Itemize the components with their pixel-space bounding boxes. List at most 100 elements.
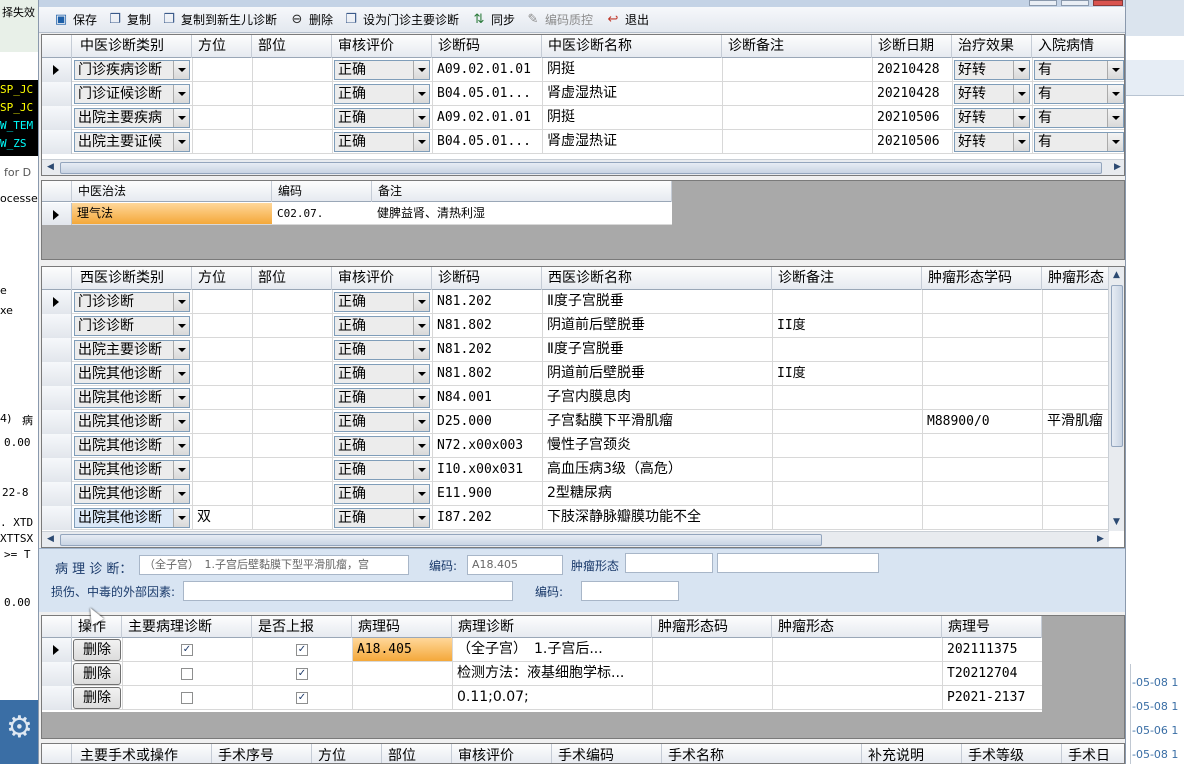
scroll-up-icon[interactable]: ▲ — [1109, 268, 1124, 283]
tumor-morph-field[interactable] — [717, 553, 879, 573]
admission-condition-select[interactable]: 有 — [1034, 60, 1124, 80]
audit-select[interactable]: 正确 — [334, 412, 430, 432]
table-row[interactable]: 门诊诊断 正确 N81.802 阴道前后壁脱垂 II度 — [42, 314, 1109, 338]
column-header[interactable]: 手术等级 — [962, 744, 1062, 763]
diag-code-cell[interactable]: B04.05.01... — [434, 130, 540, 153]
morph-cell[interactable] — [1044, 506, 1109, 529]
column-header[interactable]: 诊断日期 — [872, 35, 952, 58]
position-cell[interactable] — [194, 482, 250, 505]
column-header[interactable]: 肿瘤形态码 — [652, 616, 772, 638]
column-header[interactable]: 诊断备注 — [722, 35, 872, 58]
diag-code-cell[interactable]: E11.900 — [434, 482, 540, 505]
diag-note-cell[interactable] — [724, 130, 870, 153]
table-row[interactable]: 出院主要疾病 正确 A09.02.01.01 阴挺 20210506 好转 有 — [42, 106, 1124, 130]
column-header[interactable]: 诊断备注 — [772, 267, 922, 290]
row-indicator[interactable] — [42, 314, 72, 338]
injury-cause-field[interactable] — [183, 581, 513, 601]
chevron-down-icon[interactable] — [1013, 61, 1029, 79]
column-header[interactable]: 肿瘤形态学码 — [922, 267, 1042, 290]
row-indicator[interactable] — [42, 662, 72, 686]
row-indicator[interactable] — [42, 338, 72, 362]
diag-type-select[interactable]: 出院其他诊断 — [74, 412, 190, 432]
delete-button[interactable]: ⊖ 删除 — [289, 10, 333, 30]
chevron-down-icon[interactable] — [413, 509, 429, 527]
audit-select[interactable]: 正确 — [334, 292, 430, 312]
chevron-down-icon[interactable] — [173, 317, 189, 335]
chevron-down-icon[interactable] — [173, 85, 189, 103]
chevron-down-icon[interactable] — [413, 109, 429, 127]
diag-name-cell[interactable]: Ⅱ度子宫脱垂 — [544, 290, 770, 313]
morph-code-cell[interactable] — [924, 458, 1040, 481]
chevron-down-icon[interactable] — [173, 109, 189, 127]
morph-cell[interactable] — [1044, 290, 1109, 313]
morph-code-cell[interactable] — [924, 434, 1040, 457]
column-header[interactable]: 方位 — [192, 35, 252, 58]
column-header[interactable]: 病理诊断 — [452, 616, 652, 638]
row-indicator[interactable] — [42, 106, 72, 130]
diag-note-cell[interactable] — [774, 338, 920, 361]
morph-cell[interactable] — [774, 638, 940, 661]
chevron-down-icon[interactable] — [1107, 109, 1123, 127]
diag-name-cell[interactable]: 慢性子宫颈炎 — [544, 434, 770, 457]
main-pathology-checkbox[interactable] — [181, 692, 193, 704]
chevron-down-icon[interactable] — [413, 341, 429, 359]
morph-cell[interactable] — [1044, 458, 1109, 481]
chevron-down-icon[interactable] — [173, 485, 189, 503]
audit-select[interactable]: 正确 — [334, 508, 430, 528]
diag-note-cell[interactable] — [774, 290, 920, 313]
column-header[interactable]: 诊断码 — [432, 267, 542, 290]
diag-note-cell[interactable] — [774, 434, 920, 457]
table-row[interactable]: 删除 ✓ ✓ A18.405 （全子宫） 1.子宫后... 202111375 — [42, 638, 1042, 662]
exit-button[interactable]: ↩ 退出 — [605, 10, 649, 30]
diag-name-cell[interactable]: Ⅱ度子宫脱垂 — [544, 338, 770, 361]
close-button[interactable] — [1093, 0, 1123, 6]
column-header[interactable]: 部位 — [382, 744, 452, 763]
chevron-down-icon[interactable] — [1107, 61, 1123, 79]
column-header[interactable]: 病理码 — [352, 616, 452, 638]
diag-type-select[interactable]: 门诊诊断 — [74, 316, 190, 336]
morph-code-cell[interactable] — [924, 290, 1040, 313]
column-header[interactable]: 主要病理诊断 — [122, 616, 252, 638]
minimize-button[interactable] — [1029, 0, 1057, 6]
maximize-button[interactable] — [1061, 0, 1089, 6]
treatment-effect-select[interactable]: 好转 — [954, 60, 1030, 80]
chevron-down-icon[interactable] — [413, 293, 429, 311]
diag-type-select[interactable]: 出院其他诊断 — [74, 364, 190, 384]
diag-type-select[interactable]: 出院其他诊断 — [74, 460, 190, 480]
scroll-down-icon[interactable]: ▼ — [1109, 515, 1124, 530]
horizontal-scrollbar[interactable]: ◀ ▶ — [42, 159, 1124, 175]
diag-note-cell[interactable] — [774, 506, 920, 529]
diag-code-cell[interactable]: A09.02.01.01 — [434, 58, 540, 81]
audit-select[interactable]: 正确 — [334, 108, 430, 128]
position-cell[interactable] — [194, 434, 250, 457]
chevron-down-icon[interactable] — [173, 461, 189, 479]
diag-code-cell[interactable]: D25.000 — [434, 410, 540, 433]
scroll-right-icon[interactable]: ▶ — [1110, 160, 1124, 175]
row-indicator[interactable] — [42, 58, 72, 82]
row-indicator[interactable] — [42, 410, 72, 434]
column-header[interactable]: 审核评价 — [452, 744, 552, 763]
admission-condition-select[interactable]: 有 — [1034, 132, 1124, 152]
table-row[interactable]: 删除 ✓ 检测方法：液基细胞学标... T20212704 — [42, 662, 1042, 686]
pathology-no-cell[interactable]: 202111375 — [944, 638, 1042, 661]
diag-type-select[interactable]: 门诊证候诊断 — [74, 84, 190, 104]
diag-date-cell[interactable]: 20210428 — [874, 58, 950, 81]
morph-cell[interactable] — [1044, 386, 1109, 409]
pathology-no-cell[interactable]: P2021-2137 — [944, 686, 1042, 709]
diag-type-select[interactable]: 出院其他诊断 — [74, 436, 190, 456]
chevron-down-icon[interactable] — [413, 461, 429, 479]
diag-name-cell[interactable]: 子宫黏膜下平滑肌瘤 — [544, 410, 770, 433]
diag-name-cell[interactable]: 阴道前后壁脱垂 — [544, 314, 770, 337]
column-header[interactable]: 补充说明 — [862, 744, 962, 763]
column-header[interactable]: 肿瘤形态 — [1042, 267, 1109, 290]
delete-row-button[interactable]: 删除 — [73, 639, 121, 661]
diag-type-select[interactable]: 出院其他诊断 — [74, 508, 190, 528]
chevron-down-icon[interactable] — [1013, 109, 1029, 127]
pathology-diag-cell[interactable]: 0.11;0.07; — [454, 686, 650, 709]
horizontal-scrollbar[interactable]: ◀ ▶ — [42, 531, 1109, 547]
morph-code-cell[interactable]: M88900/0 — [924, 410, 1040, 433]
position-cell[interactable] — [194, 314, 250, 337]
diag-code-cell[interactable]: N84.001 — [434, 386, 540, 409]
diag-type-select[interactable]: 门诊疾病诊断 — [74, 60, 190, 80]
chevron-down-icon[interactable] — [413, 133, 429, 151]
